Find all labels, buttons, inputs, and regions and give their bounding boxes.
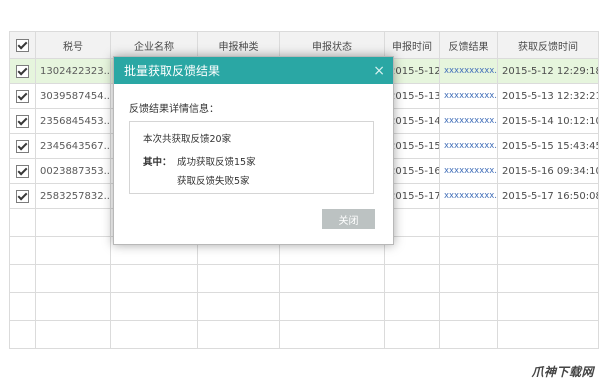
fail-count-text: 获取反馈失败5家 <box>177 176 250 187</box>
close-icon[interactable]: × <box>373 64 385 78</box>
dialog-detail-box: 本次共获取反馈20家 其中： 成功获取反馈15家 获取反馈失败5家 <box>129 121 374 194</box>
watermark-logo: 爪神下载网 <box>531 365 594 379</box>
dialog-title: 批量获取反馈结果 <box>124 64 221 78</box>
dialog-detail-label: 反馈结果详情信息： <box>129 104 219 115</box>
breakdown-prefix: 其中： <box>143 157 172 168</box>
close-button[interactable]: 关闭 <box>322 209 375 229</box>
total-count-text: 本次共获取反馈20家 <box>143 134 232 145</box>
success-count-text: 成功获取反馈15家 <box>177 157 256 168</box>
dialog-header: 批量获取反馈结果 × <box>114 57 393 84</box>
feedback-result-dialog: 批量获取反馈结果 × 反馈结果详情信息： 本次共获取反馈20家 其中： 成功获取… <box>113 56 394 245</box>
